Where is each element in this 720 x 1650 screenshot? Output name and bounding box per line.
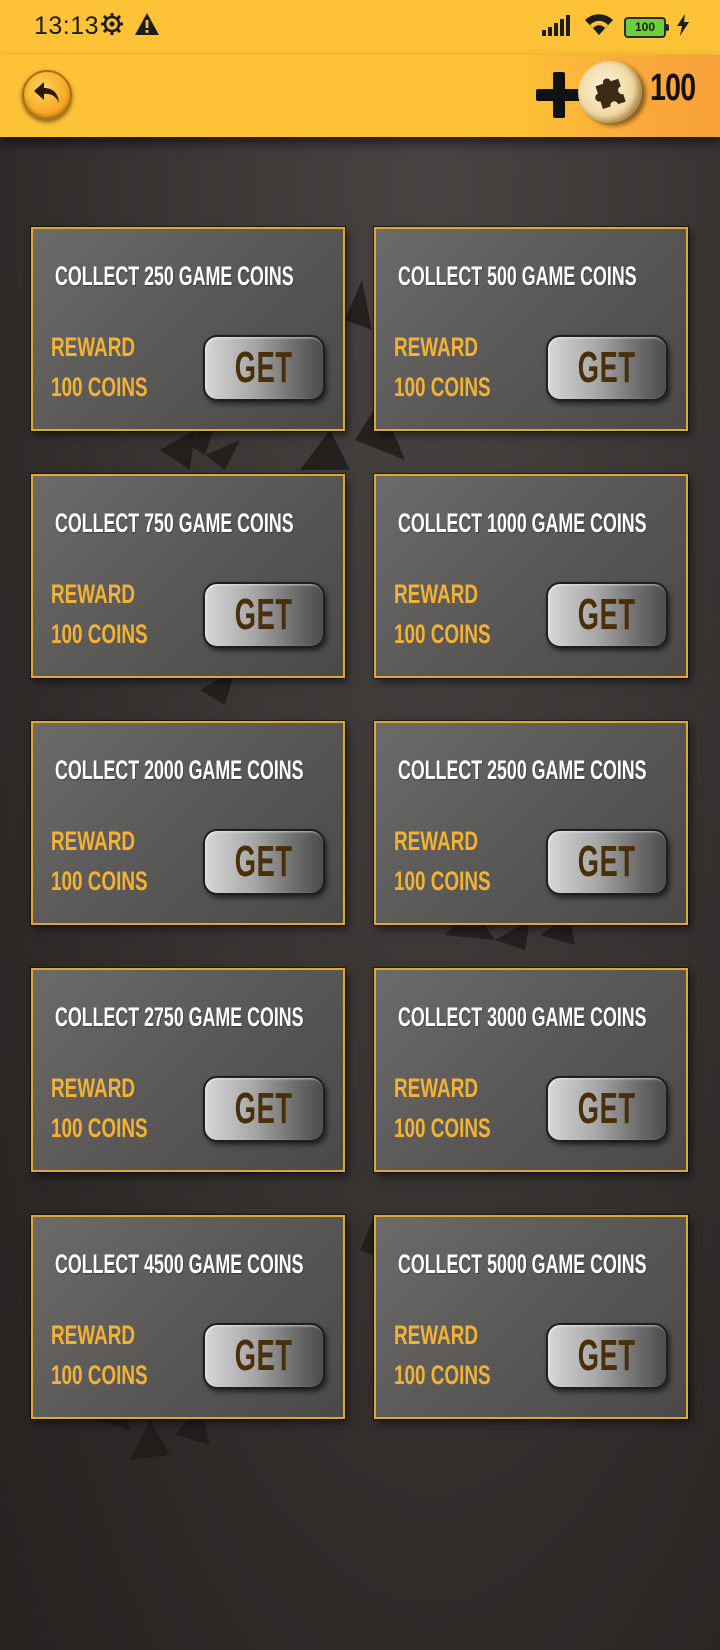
coin-offer-card: COLLECT 1000 GAME COINS REWARD 100 COINS… <box>374 474 688 678</box>
get-button-label: GET <box>235 1331 293 1380</box>
offer-title: COLLECT 2750 GAME COINS <box>55 1002 304 1032</box>
coin-offer-card: COLLECT 3000 GAME COINS REWARD 100 COINS… <box>374 968 688 1172</box>
get-button[interactable]: GET <box>546 1076 668 1142</box>
status-time: 13:13 <box>34 12 100 40</box>
offer-title: COLLECT 2000 GAME COINS <box>55 755 304 785</box>
reward-label: REWARD <box>51 1320 135 1350</box>
coin-offer-card: COLLECT 2000 GAME COINS REWARD 100 COINS… <box>31 721 345 925</box>
reward-amount: 100 COINS <box>51 1113 148 1143</box>
status-right-icons: 100 <box>542 14 690 41</box>
puzzle-coin-icon <box>569 52 651 132</box>
coin-balance: 100 <box>650 67 696 109</box>
coin-offer-card: COLLECT 2500 GAME COINS REWARD 100 COINS… <box>374 721 688 925</box>
reward-label: REWARD <box>51 332 135 362</box>
coin-offer-card: COLLECT 250 GAME COINS REWARD 100 COINS … <box>31 227 345 431</box>
get-button[interactable]: GET <box>546 1323 668 1389</box>
get-button-label: GET <box>578 590 636 639</box>
reward-amount: 100 COINS <box>51 619 148 649</box>
reward-text: REWARD 100 COINS <box>51 574 156 654</box>
get-button-label: GET <box>235 837 293 886</box>
offer-title: COLLECT 1000 GAME COINS <box>398 508 647 538</box>
reward-label: REWARD <box>394 1073 478 1103</box>
reward-label: REWARD <box>51 826 135 856</box>
reward-amount: 100 COINS <box>394 1113 491 1143</box>
back-button[interactable] <box>22 70 72 120</box>
reward-amount: 100 COINS <box>394 866 491 896</box>
battery-icon: 100 <box>624 17 669 38</box>
get-button[interactable]: GET <box>203 829 325 895</box>
get-button[interactable]: GET <box>203 1076 325 1142</box>
reward-label: REWARD <box>51 1073 135 1103</box>
get-button-label: GET <box>578 1331 636 1380</box>
reward-text: REWARD 100 COINS <box>394 1068 499 1148</box>
reward-amount: 100 COINS <box>394 619 491 649</box>
status-left-icons <box>100 12 160 41</box>
offer-title: COLLECT 5000 GAME COINS <box>398 1249 647 1279</box>
get-button-label: GET <box>235 590 293 639</box>
get-button[interactable]: GET <box>203 1323 325 1389</box>
offer-title: COLLECT 250 GAME COINS <box>55 261 294 291</box>
back-arrow-icon <box>32 80 62 110</box>
wifi-icon <box>584 14 614 41</box>
reward-text: REWARD 100 COINS <box>394 327 499 407</box>
reward-text: REWARD 100 COINS <box>51 821 156 901</box>
charging-icon <box>676 14 690 41</box>
reward-label: REWARD <box>394 826 478 856</box>
offer-title: COLLECT 500 GAME COINS <box>398 261 637 291</box>
offer-title: COLLECT 2500 GAME COINS <box>398 755 647 785</box>
coin-balance-panel: 100 <box>518 52 720 137</box>
offer-title: COLLECT 3000 GAME COINS <box>398 1002 647 1032</box>
reward-amount: 100 COINS <box>394 1360 491 1390</box>
signal-icon <box>542 14 574 41</box>
reward-text: REWARD 100 COINS <box>51 327 156 407</box>
get-button[interactable]: GET <box>203 582 325 648</box>
reward-label: REWARD <box>394 1320 478 1350</box>
reward-amount: 100 COINS <box>51 1360 148 1390</box>
reward-text: REWARD 100 COINS <box>394 574 499 654</box>
get-button[interactable]: GET <box>203 335 325 401</box>
reward-text: REWARD 100 COINS <box>51 1068 156 1148</box>
gear-icon <box>100 12 124 41</box>
get-button-label: GET <box>578 1084 636 1133</box>
get-button[interactable]: GET <box>546 582 668 648</box>
reward-label: REWARD <box>51 579 135 609</box>
app-bar: 100 <box>0 52 720 137</box>
warning-icon <box>134 12 160 41</box>
coin-offer-card: COLLECT 4500 GAME COINS REWARD 100 COINS… <box>31 1215 345 1419</box>
reward-text: REWARD 100 COINS <box>51 1315 156 1395</box>
get-button[interactable]: GET <box>546 335 668 401</box>
reward-text: REWARD 100 COINS <box>394 1315 499 1395</box>
offer-title: COLLECT 750 GAME COINS <box>55 508 294 538</box>
get-button[interactable]: GET <box>546 829 668 895</box>
reward-text: REWARD 100 COINS <box>394 821 499 901</box>
coin-offer-card: COLLECT 500 GAME COINS REWARD 100 COINS … <box>374 227 688 431</box>
reward-amount: 100 COINS <box>51 866 148 896</box>
reward-amount: 100 COINS <box>394 372 491 402</box>
offer-title: COLLECT 4500 GAME COINS <box>55 1249 304 1279</box>
coin-offer-card: COLLECT 5000 GAME COINS REWARD 100 COINS… <box>374 1215 688 1419</box>
plus-icon[interactable] <box>536 72 582 118</box>
reward-label: REWARD <box>394 332 478 362</box>
status-bar: 13:13 100 <box>0 0 720 55</box>
get-button-label: GET <box>578 343 636 392</box>
coin-offer-card: COLLECT 750 GAME COINS REWARD 100 COINS … <box>31 474 345 678</box>
reward-label: REWARD <box>394 579 478 609</box>
get-button-label: GET <box>578 837 636 886</box>
coin-offer-card: COLLECT 2750 GAME COINS REWARD 100 COINS… <box>31 968 345 1172</box>
get-button-label: GET <box>235 1084 293 1133</box>
reward-amount: 100 COINS <box>51 372 148 402</box>
get-button-label: GET <box>235 343 293 392</box>
